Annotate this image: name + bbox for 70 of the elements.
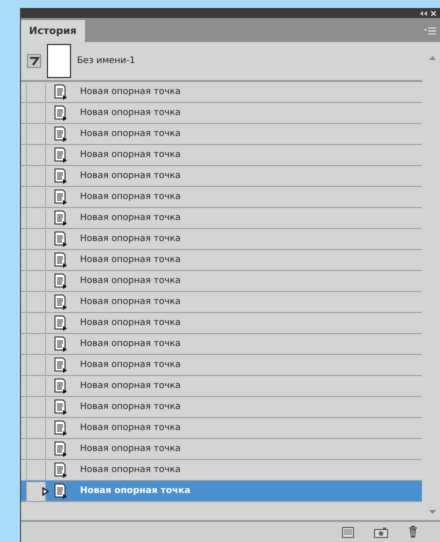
history-label: Новая опорная точка: [80, 234, 181, 244]
history-item[interactable]: Новая опорная точка: [21, 208, 422, 229]
document-icon: [54, 336, 68, 352]
brush-icon[interactable]: [27, 54, 41, 68]
history-label: Новая опорная точка: [80, 108, 181, 118]
history-label: Новая опорная точка: [80, 129, 181, 139]
history-item[interactable]: Новая опорная точка: [21, 124, 422, 145]
history-label: Новая опорная точка: [80, 171, 181, 181]
history-label: Новая опорная точка: [80, 150, 181, 160]
document-icon: [54, 357, 68, 373]
history-label: Новая опорная точка: [80, 276, 181, 286]
history-label: Новая опорная точка: [80, 339, 181, 349]
document-icon: [54, 168, 68, 184]
document-icon: [54, 483, 68, 499]
history-item[interactable]: Новая опорная точка: [21, 439, 422, 460]
history-item[interactable]: Новая опорная точка: [21, 355, 422, 376]
new-document-icon[interactable]: [342, 526, 354, 538]
history-label: Новая опорная точка: [80, 402, 181, 412]
history-label: Новая опорная точка: [80, 192, 181, 202]
document-icon: [54, 210, 68, 226]
trash-icon[interactable]: [408, 526, 418, 538]
history-item[interactable]: Новая опорная точка: [21, 334, 422, 355]
history-item[interactable]: Новая опорная точка: [21, 418, 422, 439]
document-icon: [54, 84, 68, 100]
snapshot-thumbnail[interactable]: [47, 44, 71, 78]
history-label: Новая опорная точка: [80, 486, 190, 496]
document-icon: [54, 252, 68, 268]
document-icon: [54, 105, 68, 121]
history-label: Новая опорная точка: [80, 297, 181, 307]
document-icon: [54, 189, 68, 205]
snapshot-name: Без имени-1: [77, 56, 136, 66]
collapse-icon[interactable]: [420, 10, 427, 16]
close-icon[interactable]: [431, 10, 436, 16]
document-icon: [54, 378, 68, 394]
history-item[interactable]: Новая опорная точка: [21, 460, 422, 481]
history-label: Новая опорная точка: [80, 255, 181, 265]
history-label: Новая опорная точка: [80, 465, 181, 475]
history-item[interactable]: Новая опорная точка: [21, 229, 422, 250]
history-label: Новая опорная точка: [80, 444, 181, 454]
history-item[interactable]: Новая опорная точка: [21, 376, 422, 397]
history-label: Новая опорная точка: [80, 423, 181, 433]
history-label: Новая опорная точка: [80, 360, 181, 370]
history-label: Новая опорная точка: [80, 381, 181, 391]
history-item[interactable]: Новая опорная точка: [21, 166, 422, 187]
history-item[interactable]: Новая опорная точка: [21, 82, 422, 103]
history-tab[interactable]: История: [21, 20, 85, 42]
history-label: Новая опорная точка: [80, 213, 181, 223]
history-source-icon[interactable]: [42, 486, 49, 496]
document-icon: [54, 462, 68, 478]
document-icon: [54, 273, 68, 289]
document-icon: [54, 420, 68, 436]
history-label: Новая опорная точка: [80, 318, 181, 328]
document-icon: [54, 126, 68, 142]
history-item[interactable]: Новая опорная точка: [21, 103, 422, 124]
document-icon: [54, 315, 68, 331]
document-icon: [54, 147, 68, 163]
camera-icon[interactable]: [374, 526, 388, 538]
history-item[interactable]: Новая опорная точка: [21, 271, 422, 292]
history-item[interactable]: Новая опорная точка: [21, 397, 422, 418]
menu-icon[interactable]: [424, 27, 436, 35]
history-label: Новая опорная точка: [80, 87, 181, 97]
history-item[interactable]: Новая опорная точка: [21, 313, 422, 334]
history-item[interactable]: Новая опорная точка: [21, 187, 422, 208]
history-item[interactable]: Новая опорная точка: [21, 145, 422, 166]
document-icon: [54, 231, 68, 247]
document-icon: [54, 441, 68, 457]
document-icon: [54, 399, 68, 415]
history-item[interactable]: Новая опорная точка: [21, 292, 422, 313]
history-item[interactable]: Новая опорная точка: [21, 250, 422, 271]
document-icon: [54, 294, 68, 310]
